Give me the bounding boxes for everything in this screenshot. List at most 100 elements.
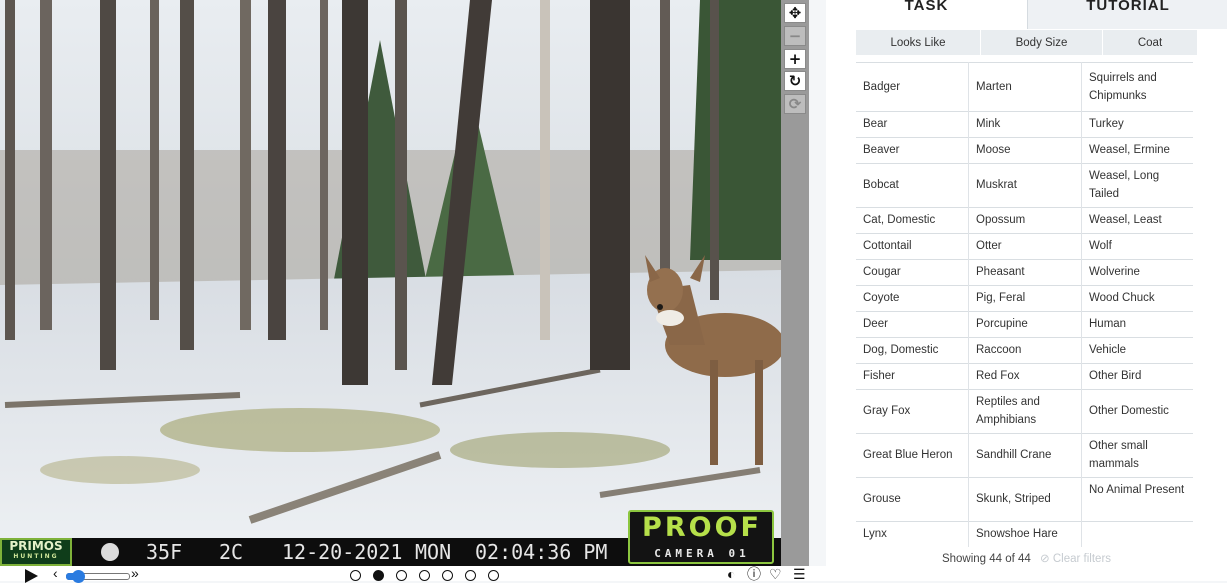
frame-dot[interactable] — [442, 570, 453, 581]
capture-day: MON — [415, 540, 452, 564]
species-option[interactable]: Marten — [976, 78, 1076, 96]
species-option[interactable]: Cottontail — [863, 237, 963, 255]
brand-logo-text: PRIMOS — [9, 539, 63, 553]
species-option[interactable]: Otter — [976, 237, 1076, 255]
filter-body-size[interactable]: Body Size — [981, 30, 1103, 55]
grid-divider — [856, 259, 1193, 260]
species-option[interactable]: Human — [1089, 315, 1189, 333]
species-option[interactable]: Sandhill Crane — [976, 446, 1076, 464]
speed-up-icon[interactable]: » — [131, 565, 139, 581]
frame-dot[interactable] — [419, 570, 430, 581]
species-option[interactable]: Weasel, Long Tailed — [1089, 167, 1189, 203]
grid-divider — [856, 389, 1193, 390]
species-option[interactable]: Lynx — [863, 525, 963, 543]
species-option[interactable]: Badger — [863, 78, 963, 96]
temperature-f: 35F — [146, 540, 183, 564]
species-option[interactable]: Bear — [863, 115, 963, 133]
tab-task[interactable]: TASK — [826, 0, 1027, 29]
species-option[interactable]: Other Bird — [1089, 367, 1189, 385]
speed-slider-handle[interactable] — [72, 570, 86, 583]
camera-image[interactable]: PRIMOS HUNTING — [0, 0, 781, 566]
frame-dot[interactable] — [465, 570, 476, 581]
species-option[interactable]: Other small mammals — [1089, 437, 1189, 473]
tab-tutorial[interactable]: TUTORIAL — [1027, 0, 1227, 29]
contrast-icon[interactable]: ◐ — [727, 567, 735, 581]
grid-divider — [856, 137, 1193, 138]
species-option[interactable]: Pig, Feral — [976, 289, 1076, 307]
list-icon[interactable]: ☰ — [793, 567, 806, 581]
zoom-in-icon[interactable]: + — [784, 49, 806, 69]
species-option[interactable]: Squirrels and Chipmunks — [1089, 69, 1189, 105]
zoom-toolbar: ✥ − + ↻ ⟳ — [781, 0, 809, 566]
species-option[interactable]: Pheasant — [976, 263, 1076, 281]
species-option[interactable]: Great Blue Heron — [863, 446, 963, 464]
grid-column-divider — [968, 62, 969, 547]
grid-column-divider — [1081, 62, 1082, 547]
species-option[interactable]: Fisher — [863, 367, 963, 385]
species-option[interactable]: Bobcat — [863, 176, 963, 194]
grid-divider — [856, 233, 1193, 234]
species-option[interactable]: No Animal Present — [1089, 481, 1189, 499]
species-option[interactable]: Wolf — [1089, 237, 1189, 255]
species-option[interactable]: Wood Chuck — [1089, 289, 1189, 307]
grid-divider — [856, 311, 1193, 312]
species-option[interactable]: Beaver — [863, 141, 963, 159]
capture-time: 02:04:36 PM — [475, 540, 608, 564]
badge-main-text: PROOF — [642, 512, 762, 543]
species-option[interactable]: Raccoon — [976, 341, 1076, 359]
frame-dot[interactable] — [350, 570, 361, 581]
move-icon[interactable]: ✥ — [784, 3, 806, 23]
grid-divider — [856, 111, 1193, 112]
grid-divider — [856, 207, 1193, 208]
species-option[interactable]: Mink — [976, 115, 1076, 133]
clear-filters-button[interactable]: ⊘ Clear filters — [1040, 553, 1111, 565]
favorite-icon[interactable]: ♡ — [769, 567, 782, 581]
species-option[interactable]: Reptiles and Amphibians — [976, 393, 1076, 429]
brand-logo-sub: HUNTING — [13, 553, 59, 560]
species-option[interactable]: Weasel, Least — [1089, 211, 1189, 229]
filter-looks-like[interactable]: Looks Like — [856, 30, 981, 55]
frame-dot[interactable] — [373, 570, 384, 581]
grid-divider — [856, 433, 1193, 434]
grid-divider — [856, 521, 1193, 522]
grid-divider — [856, 163, 1193, 164]
primos-logo: PRIMOS HUNTING — [0, 538, 72, 566]
species-option[interactable]: Other Domestic — [1089, 402, 1189, 420]
moon-phase-icon — [101, 543, 119, 561]
species-option[interactable]: Red Fox — [976, 367, 1076, 385]
species-option[interactable]: Opossum — [976, 211, 1076, 229]
grid-divider — [856, 337, 1193, 338]
species-option[interactable]: Snowshoe Hare — [976, 525, 1076, 543]
species-option[interactable]: Moose — [976, 141, 1076, 159]
reset-icon[interactable]: ⟳ — [784, 94, 806, 114]
zoom-out-icon[interactable]: − — [784, 26, 806, 46]
grid-divider — [856, 285, 1193, 286]
grid-divider — [856, 363, 1193, 364]
species-option[interactable]: Skunk, Striped — [976, 490, 1076, 508]
trail-camera-photo — [0, 0, 781, 566]
info-icon[interactable]: ⓘ — [747, 567, 761, 581]
temperature-c: 2C — [219, 540, 244, 564]
clear-filters-label: Clear filters — [1052, 553, 1112, 565]
species-option[interactable]: Muskrat — [976, 176, 1076, 194]
species-option[interactable]: Coyote — [863, 289, 963, 307]
species-option[interactable]: Grouse — [863, 490, 963, 508]
grid-divider — [856, 477, 1193, 478]
speed-down-icon[interactable]: ‹ — [53, 565, 58, 581]
frame-dot[interactable] — [396, 570, 407, 581]
classification-panel: TASK TUTORIAL Looks Like Body Size Coat … — [826, 0, 1227, 581]
species-option[interactable]: Wolverine — [1089, 263, 1189, 281]
species-option[interactable]: Porcupine — [976, 315, 1076, 333]
species-option[interactable]: Gray Fox — [863, 402, 963, 420]
filter-coat[interactable]: Coat — [1103, 30, 1197, 55]
species-option[interactable]: Weasel, Ermine — [1089, 141, 1189, 159]
species-option[interactable]: Dog, Domestic — [863, 341, 963, 359]
frame-dot[interactable] — [488, 570, 499, 581]
species-option[interactable]: Deer — [863, 315, 963, 333]
capture-date: 12-20-2021 — [282, 540, 403, 564]
species-option[interactable]: Cat, Domestic — [863, 211, 963, 229]
rotate-icon[interactable]: ↻ — [784, 71, 806, 91]
species-option[interactable]: Cougar — [863, 263, 963, 281]
species-option[interactable]: Turkey — [1089, 115, 1189, 133]
species-option[interactable]: Vehicle — [1089, 341, 1189, 359]
